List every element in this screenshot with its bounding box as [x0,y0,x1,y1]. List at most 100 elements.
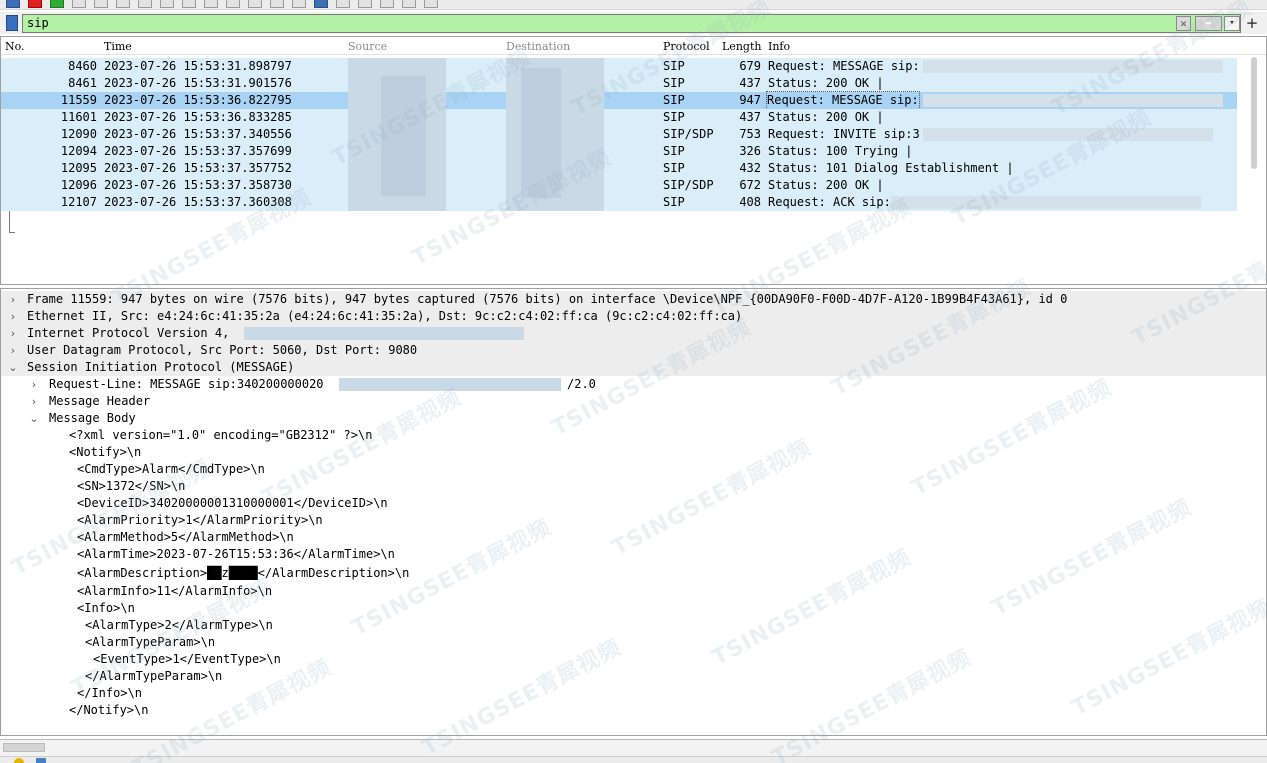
chevron-right-icon[interactable]: › [28,376,40,393]
packet-length: 432 [739,161,761,175]
xml-line[interactable]: </Info>\n [77,685,142,702]
chevron-right-icon[interactable]: › [7,291,19,308]
column-header-time[interactable]: Time [104,40,344,53]
packet-row[interactable]: 12094 2023-07-26 15:53:37.357699 SIP 326… [1,143,1237,160]
capture-options-icon[interactable] [72,0,86,8]
column-header-info[interactable]: Info [768,40,868,53]
first-packet-icon[interactable] [270,0,284,8]
autoscroll-icon[interactable] [314,0,328,8]
filter-bookmark-icon[interactable] [6,15,18,31]
chevron-right-icon[interactable]: › [7,342,19,359]
xml-line[interactable]: <AlarmDescription>██z████</AlarmDescript… [77,565,409,582]
go-back-icon[interactable] [204,0,218,8]
open-file-icon[interactable] [94,0,108,8]
xml-line[interactable]: </AlarmTypeParam>\n [85,668,222,685]
tree-item-label: User Datagram Protocol, Src Port: 5060, … [27,343,418,357]
redacted-block [521,68,561,198]
column-header-source[interactable]: Source [348,40,503,53]
stop-capture-icon[interactable] [28,0,42,8]
packet-info: Status: 200 OK | [768,76,884,90]
xml-line[interactable]: <AlarmType>2</AlarmType>\n [85,617,273,634]
redacted-info-text [891,196,1201,209]
last-packet-icon[interactable] [292,0,306,8]
redacted-request-uri [339,378,561,391]
chevron-right-icon[interactable]: › [7,308,19,325]
zoom-reset-icon[interactable] [402,0,416,8]
tree-item-udp[interactable]: › User Datagram Protocol, Src Port: 5060… [1,342,1261,359]
packet-row[interactable]: 12095 2023-07-26 15:53:37.357752 SIP 432… [1,160,1237,177]
tree-item-ipv4[interactable]: › Internet Protocol Version 4, [1,325,1261,342]
reload-icon[interactable] [160,0,174,8]
tree-item-label: Ethernet II, Src: e4:24:6c:41:35:2a (e4:… [27,309,743,323]
close-file-icon[interactable] [138,0,152,8]
zoom-in-icon[interactable] [358,0,372,8]
column-header-protocol[interactable]: Protocol [663,40,721,53]
packet-info: Status: 100 Trying | [768,144,913,158]
xml-line[interactable]: <AlarmTypeParam>\n [85,634,215,651]
xml-line[interactable]: <EventType>1</EventType>\n [93,651,281,668]
tree-item-label: Session Initiation Protocol (MESSAGE) [27,360,295,374]
packet-row[interactable]: 8461 2023-07-26 15:53:31.901576 SIP 437 … [1,75,1237,92]
xml-line[interactable]: <AlarmTime>2023-07-26T15:53:36</AlarmTim… [77,546,395,563]
bytes-pane-scrollbar[interactable] [3,743,45,752]
column-header-no[interactable]: No. [5,40,97,53]
packet-time: 2023-07-26 15:53:37.357752 [104,161,292,175]
chevron-down-icon[interactable]: ⌄ [7,359,19,376]
capture-comment-icon[interactable] [36,758,46,763]
xml-line[interactable]: <CmdType>Alarm</CmdType>\n [77,461,265,478]
tree-item-label-suffix: /2.0 [567,377,596,391]
xml-line[interactable]: <AlarmPriority>1</AlarmPriority>\n [77,512,323,529]
save-file-icon[interactable] [116,0,130,8]
xml-line[interactable]: <AlarmInfo>11</AlarmInfo>\n [77,583,272,600]
expert-info-icon[interactable] [14,758,24,763]
packet-time: 2023-07-26 15:53:37.357699 [104,144,292,158]
go-forward-icon[interactable] [226,0,240,8]
colorize-icon[interactable] [336,0,350,8]
add-filter-button-icon[interactable]: + [1244,14,1260,32]
tree-item-message-header[interactable]: › Message Header [1,393,1261,410]
packet-info: Request: MESSAGE sip: [768,59,920,73]
packet-info: Request: MESSAGE sip: [766,91,920,110]
clear-filter-icon[interactable]: ✕ [1176,16,1191,31]
chevron-right-icon[interactable]: › [7,325,19,342]
packet-protocol: SIP/SDP [663,127,714,141]
packet-list-body: 8460 2023-07-26 15:53:31.898797 SIP 679 … [1,58,1237,234]
packet-no: 12096 [60,178,97,192]
xml-line[interactable]: <SN>1372</SN>\n [77,478,185,495]
column-header-length[interactable]: Length [722,40,766,53]
column-header-destination[interactable]: Destination [506,40,661,53]
tree-item-sip[interactable]: ⌄ Session Initiation Protocol (MESSAGE) [1,359,1261,376]
resize-columns-icon[interactable] [424,0,438,8]
tree-item-label: Message Header [49,394,151,408]
xml-line[interactable]: <DeviceID>34020000001310000001</DeviceID… [77,495,388,512]
packet-no: 12107 [60,195,97,209]
display-filter-bar: sip ✕ ➡ ▾ + [0,12,1267,34]
chevron-right-icon[interactable]: › [28,393,40,410]
tree-item-message-body[interactable]: ⌄ Message Body [1,410,1261,427]
xml-line[interactable]: <Notify>\n [69,444,141,461]
chevron-down-icon[interactable]: ⌄ [28,410,40,427]
xml-line[interactable]: <Info>\n [77,600,135,617]
zoom-out-icon[interactable] [380,0,394,8]
packet-length: 679 [739,59,761,73]
tree-item-label: Request-Line: MESSAGE sip:340200000020 [49,377,324,391]
filter-history-dropdown-icon[interactable]: ▾ [1224,16,1240,31]
start-capture-icon[interactable] [6,0,20,8]
packet-details-pane: › Frame 11559: 947 bytes on wire (7576 b… [0,288,1267,736]
tree-item-ethernet[interactable]: › Ethernet II, Src: e4:24:6c:41:35:2a (e… [1,308,1261,325]
packet-row[interactable]: 11601 2023-07-26 15:53:36.833285 SIP 437… [1,109,1237,126]
display-filter-input[interactable]: sip [22,14,1241,33]
xml-line[interactable]: </Notify>\n [69,702,148,719]
packet-time: 2023-07-26 15:53:36.822795 [104,93,292,107]
restart-capture-icon[interactable] [50,0,64,8]
packet-list-scrollbar[interactable] [1251,57,1257,169]
tree-item-frame[interactable]: › Frame 11559: 947 bytes on wire (7576 b… [1,291,1261,308]
packet-row[interactable]: 12096 2023-07-26 15:53:37.358730 SIP/SDP… [1,177,1237,194]
packet-length: 437 [739,110,761,124]
find-packet-icon[interactable] [182,0,196,8]
apply-filter-icon[interactable]: ➡ [1195,16,1222,31]
xml-line[interactable]: <AlarmMethod>5</AlarmMethod>\n [77,529,294,546]
tree-item-request-line[interactable]: › Request-Line: MESSAGE sip:340200000020… [1,376,1261,393]
go-to-packet-icon[interactable] [248,0,262,8]
xml-line[interactable]: <?xml version="1.0" encoding="GB2312" ?>… [69,427,372,444]
